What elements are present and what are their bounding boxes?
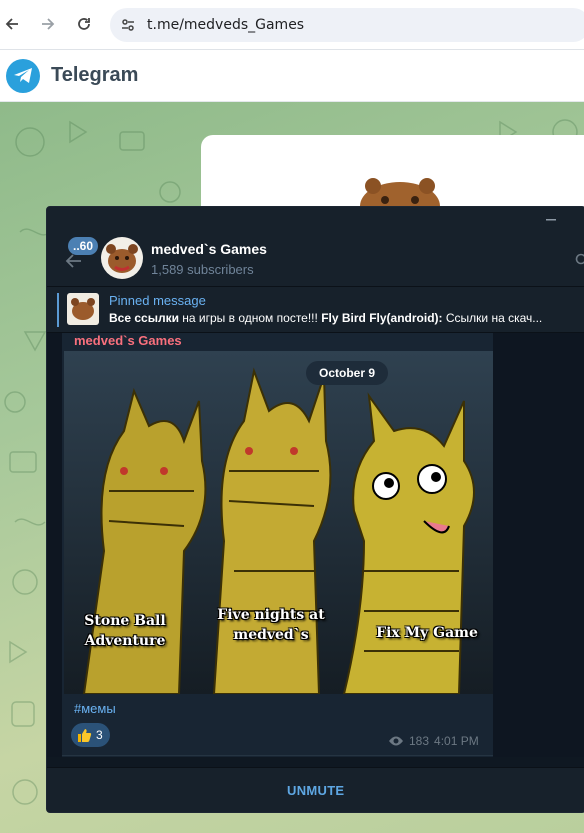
pinned-indicator — [57, 293, 59, 327]
message-bubble: medved`s Games October 9 Stone Ball Adve… — [62, 333, 493, 757]
meme-caption-left: Stone Ball Adventure — [84, 613, 166, 649]
arrow-left-icon — [5, 18, 18, 30]
meme-image[interactable]: October 9 Stone Ball Adventure Five nigh… — [64, 351, 493, 694]
reload-button[interactable] — [72, 12, 96, 36]
message-time: 4:01 PM — [434, 734, 479, 748]
telegram-web-header: Telegram — [0, 50, 584, 102]
forward-button[interactable] — [36, 12, 60, 36]
unmute-button[interactable]: UNMUTE — [287, 783, 344, 798]
telegram-plane-icon[interactable] — [6, 59, 40, 93]
pinned-message-bar[interactable]: Pinned message Все ссылки на игры в одно… — [47, 287, 584, 333]
thumbs-up-icon — [78, 729, 92, 742]
window-titlebar — [47, 207, 584, 233]
meme-caption-middle: Five nights at medved`s — [217, 607, 325, 643]
pinned-text: Все ссылки на игры в одном посте!!! Fly … — [109, 311, 543, 325]
pinned-thumbnail — [67, 293, 99, 325]
channel-title[interactable]: medved`s Games — [151, 241, 267, 257]
address-bar[interactable]: t.me/medveds_Games — [110, 8, 584, 42]
chat-header: ..60 medved`s Games 1,589 subscribers — [47, 233, 584, 287]
brand-name[interactable]: Telegram — [51, 64, 138, 87]
hashtag-link[interactable]: #мемы — [74, 701, 116, 716]
reaction-thumbs-up[interactable]: 3 — [71, 723, 110, 747]
search-icon[interactable] — [575, 253, 584, 267]
reaction-count: 3 — [96, 728, 103, 742]
channel-avatar[interactable] — [101, 237, 143, 279]
message-meta: 183 4:01 PM — [388, 734, 479, 748]
minimize-icon — [546, 219, 556, 221]
arrow-right-icon — [42, 18, 55, 30]
back-button[interactable] — [0, 12, 24, 36]
reload-icon — [78, 18, 90, 30]
bottom-bar: UNMUTE — [47, 767, 584, 812]
meme-caption-right: Fix My Game — [376, 625, 478, 641]
url-text: t.me/medveds_Games — [147, 17, 305, 33]
unread-badge: ..60 — [68, 237, 99, 255]
channel-bear-logo — [355, 176, 445, 210]
date-pill: October 9 — [306, 361, 389, 385]
chat-messages-area: medved`s Games October 9 Stone Ball Adve… — [47, 333, 584, 757]
browser-toolbar: t.me/medveds_Games — [0, 0, 584, 50]
pinned-label: Pinned message — [109, 293, 206, 308]
comments-divider — [62, 755, 493, 756]
eye-icon — [389, 736, 403, 746]
subscriber-count: 1,589 subscribers — [151, 262, 254, 277]
tune-icon — [122, 19, 134, 31]
view-count: 183 — [409, 734, 430, 748]
telegram-desktop-window: ..60 medved`s Games 1,589 subscribers Pi… — [46, 206, 584, 813]
site-settings-button[interactable] — [118, 15, 138, 35]
back-arrow-icon[interactable] — [65, 253, 83, 269]
minimize-button[interactable] — [544, 214, 558, 226]
message-author[interactable]: medved`s Games — [74, 333, 182, 348]
